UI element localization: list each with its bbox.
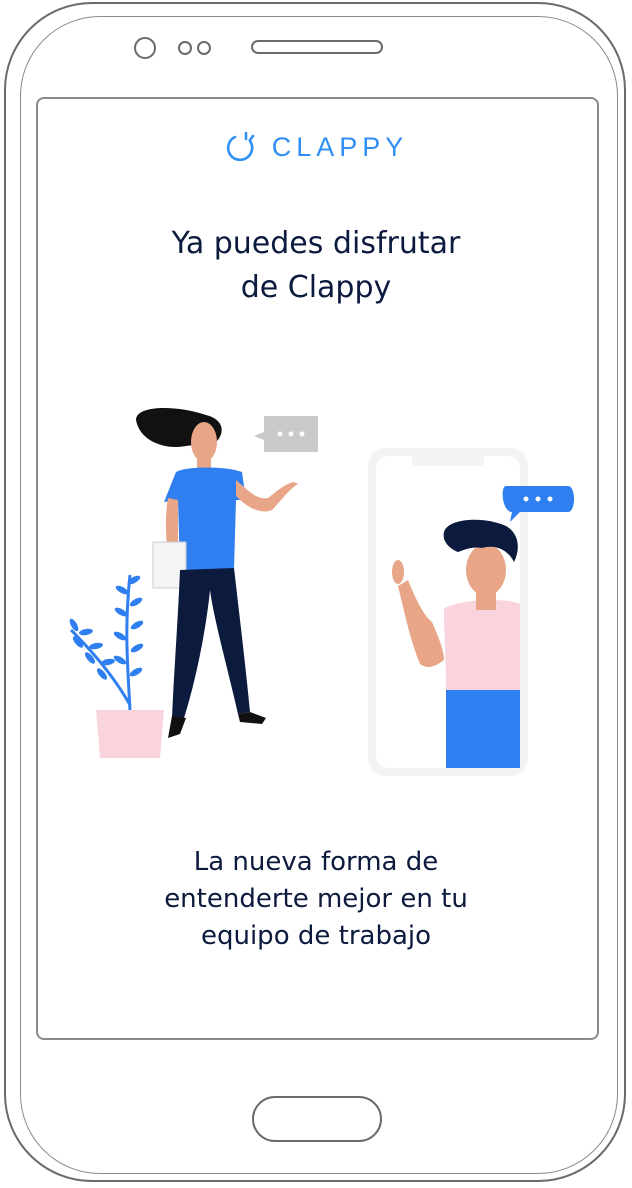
plant-illustration [69, 574, 164, 758]
brand-name: CLAPPY [271, 131, 409, 162]
app-logo: CLAPPY [0, 128, 632, 166]
speech-bubble-icon [254, 416, 318, 452]
home-button[interactable] [252, 1096, 382, 1142]
tagline-line-1: La nueva forma de [193, 847, 439, 877]
proximity-sensor [178, 41, 192, 55]
people-chatting-illustration [69, 408, 574, 776]
tagline-line-3: equipo de trabajo [200, 921, 432, 951]
headline-line-2: de Clappy [240, 270, 392, 305]
front-camera [134, 37, 156, 59]
clappy-logo-icon [226, 131, 255, 162]
woman-illustration [136, 408, 298, 738]
tagline-line-2: entenderte mejor en tu [164, 884, 468, 914]
speech-bubble-icon [502, 486, 574, 522]
headline-line-1: Ya puedes disfrutar [171, 226, 461, 261]
light-sensor [197, 41, 211, 55]
welcome-tagline: La nueva forma de entenderte mejor en tu… [0, 844, 632, 955]
earpiece-speaker [251, 40, 383, 54]
welcome-headline: Ya puedes disfrutar de Clappy [0, 222, 632, 310]
